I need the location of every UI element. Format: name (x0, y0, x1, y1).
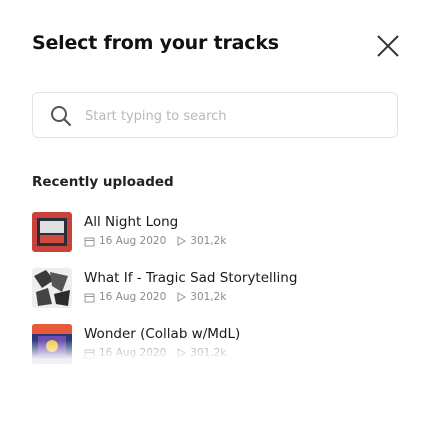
track-title: All Night Long (84, 214, 179, 230)
calendar-icon (84, 349, 95, 358)
track-item[interactable]: What If - Tragic Sad Storytelling 16 Aug… (32, 268, 412, 312)
search-box[interactable] (32, 92, 398, 138)
track-date: 16 Aug 2020 (99, 235, 167, 247)
track-item[interactable]: All Night Long 16 Aug 2020 301,2k (32, 212, 412, 256)
track-date: 16 Aug 2020 (99, 347, 167, 359)
play-count-icon (177, 348, 187, 358)
close-icon (377, 35, 399, 57)
track-plays: 301,2k (190, 235, 227, 247)
calendar-icon (84, 293, 95, 302)
track-title: What If - Tragic Sad Storytelling (84, 270, 298, 286)
section-heading: Recently uploaded (32, 174, 174, 190)
play-count-icon (177, 236, 187, 246)
track-picker-modal: Select from your tracks Recently uploade… (0, 0, 432, 434)
calendar-icon (84, 237, 95, 246)
track-meta: 16 Aug 2020 301,2k (84, 235, 226, 247)
play-count-icon (177, 292, 187, 302)
track-plays: 301,2k (190, 347, 227, 359)
search-input[interactable] (85, 103, 385, 129)
track-meta: 16 Aug 2020 301,2k (84, 291, 226, 303)
track-title: Wonder (Collab w/MdL) (84, 326, 241, 342)
track-item[interactable]: Wonder (Collab w/MdL) 16 Aug 2020 301,2k (32, 324, 412, 368)
track-meta: 16 Aug 2020 301,2k (84, 347, 226, 359)
track-artwork (32, 268, 72, 308)
track-plays: 301,2k (190, 291, 227, 303)
search-icon (51, 106, 72, 127)
track-artwork (32, 324, 72, 364)
close-button[interactable] (374, 32, 402, 60)
track-artwork (32, 212, 72, 252)
track-date: 16 Aug 2020 (99, 291, 167, 303)
modal-title: Select from your tracks (32, 32, 279, 54)
